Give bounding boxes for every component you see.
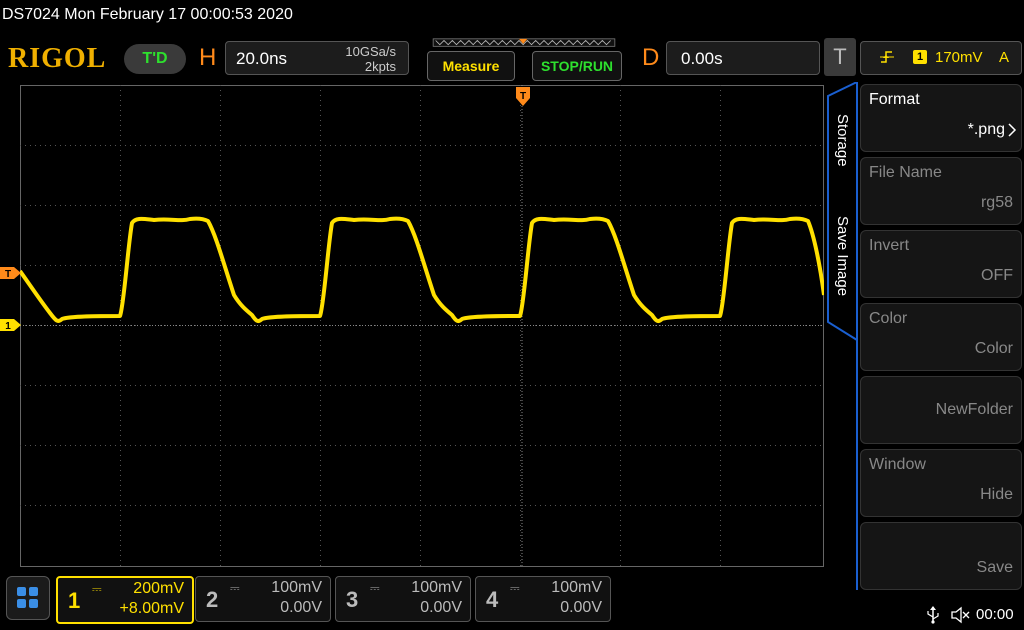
dc-coupling-icon: ⎓ — [370, 581, 380, 595]
delay-letter: D — [642, 44, 660, 71]
menu-color-value: Color — [974, 340, 1013, 357]
menu-window-label: Window — [869, 456, 926, 473]
side-menu: Storage Save Image Format *.png File Nam… — [826, 82, 1024, 590]
menu-new-folder[interactable]: NewFolder — [860, 376, 1022, 444]
channel4-offset: 0.00V — [560, 599, 602, 616]
memory-depth: 2kpts — [364, 59, 396, 74]
channel1-box[interactable]: 1 ⎓ 200mV +8.00mV — [56, 576, 194, 624]
menu-new-folder-value: NewFolder — [935, 401, 1013, 418]
usb-icon — [927, 606, 939, 624]
trigger-box[interactable]: 1 170mV A — [860, 41, 1022, 75]
trigger-panel[interactable]: T 1 170mV A — [824, 38, 1024, 78]
grid-icon — [17, 587, 38, 608]
channel2-offset: 0.00V — [280, 599, 322, 616]
menu-format-label: Format — [869, 91, 920, 108]
channel1-marker-label: 1 — [5, 321, 11, 332]
channel1-number: 1 — [68, 588, 81, 613]
tab-storage[interactable]: Storage — [834, 114, 851, 167]
status-text: DS7024 Mon February 17 00:00:53 2020 — [2, 6, 293, 23]
dc-coupling-icon: ⎓ — [230, 581, 240, 595]
trigger-position-marker: T — [516, 87, 530, 106]
system-tray: 00:00 — [926, 604, 1024, 628]
memory-position-strip — [432, 38, 616, 47]
horizontal-letter: H — [199, 44, 217, 71]
mute-icon[interactable] — [950, 606, 970, 624]
delay-panel[interactable]: D 0.00s — [636, 38, 822, 78]
timebase-value: 20.0ns — [236, 49, 288, 68]
measure-button[interactable]: Measure — [427, 51, 515, 81]
sample-rate: 10GSa/s — [345, 44, 396, 59]
channel4-box[interactable]: 4 ⎓ 100mV 0.00V — [475, 576, 611, 622]
menu-invert-label: Invert — [869, 237, 910, 254]
trigger-level-marker-label: T — [5, 269, 11, 280]
channel3-box[interactable]: 3 ⎓ 100mV 0.00V — [335, 576, 471, 622]
menu-format[interactable]: Format *.png — [860, 84, 1022, 152]
waveform-display[interactable] — [20, 85, 824, 567]
channel2-scale: 100mV — [271, 579, 322, 596]
dc-coupling-icon: ⎓ — [92, 582, 102, 596]
menu-file-name-label: File Name — [869, 164, 942, 181]
menu-format-value: *.png — [967, 121, 1005, 138]
rising-edge-icon — [880, 51, 894, 63]
channel3-scale: 100mV — [411, 579, 462, 596]
horizontal-panel[interactable]: H 20.0ns 10GSa/s 2kpts — [193, 38, 411, 78]
svg-text:Storage: Storage — [834, 114, 851, 167]
channel1-offset-marker[interactable]: 1 — [0, 318, 22, 332]
tab-save-image[interactable]: Save Image — [834, 216, 851, 296]
triggered-badge: T'D — [124, 44, 186, 74]
menu-file-name-value: rg58 — [980, 194, 1013, 211]
stop-run-button[interactable]: STOP/RUN — [532, 51, 622, 81]
svg-text:Save Image: Save Image — [834, 216, 851, 296]
dc-coupling-icon: ⎓ — [510, 581, 520, 595]
trigger-mode: A — [999, 49, 1010, 66]
home-button[interactable] — [6, 576, 50, 620]
channel2-number: 2 — [206, 587, 219, 612]
trigger-position-label: T — [520, 91, 526, 102]
menu-invert[interactable]: Invert OFF — [860, 230, 1022, 298]
trigger-level-marker[interactable]: T — [0, 266, 22, 280]
channel4-scale: 100mV — [551, 579, 602, 596]
channel1-offset: +8.00mV — [119, 600, 184, 617]
menu-file-name[interactable]: File Name rg58 — [860, 157, 1022, 225]
channel3-number: 3 — [346, 587, 359, 612]
chevron-right-icon — [1008, 123, 1017, 137]
channel2-box[interactable]: 2 ⎓ 100mV 0.00V — [195, 576, 331, 622]
channel1-scale: 200mV — [133, 580, 184, 597]
menu-window-value: Hide — [980, 486, 1013, 503]
menu-color[interactable]: Color Color — [860, 303, 1022, 371]
rigol-logo: RIGOL — [8, 43, 107, 74]
menu-invert-value: OFF — [981, 267, 1013, 284]
side-menu-tabs: Storage Save Image — [827, 82, 858, 590]
channel-bar: 1 ⎓ 200mV +8.00mV 2 ⎓ 100mV 0.00V 3 ⎓ 10… — [0, 572, 1024, 630]
delay-box[interactable]: 0.00s — [666, 41, 820, 75]
status-line: DS7024 Mon February 17 00:00:53 2020 — [0, 0, 1024, 34]
trigger-level: 170mV — [935, 49, 983, 66]
menu-window[interactable]: Window Hide — [860, 449, 1022, 517]
channel3-offset: 0.00V — [420, 599, 462, 616]
trigger-letter: T — [824, 38, 856, 76]
delay-value: 0.00s — [681, 49, 723, 68]
horizontal-box[interactable]: 20.0ns 10GSa/s 2kpts — [225, 41, 409, 75]
channel4-number: 4 — [486, 587, 499, 612]
trigger-source: 1 — [913, 50, 927, 64]
menu-color-label: Color — [869, 310, 908, 327]
system-time: 00:00 — [976, 606, 1014, 623]
